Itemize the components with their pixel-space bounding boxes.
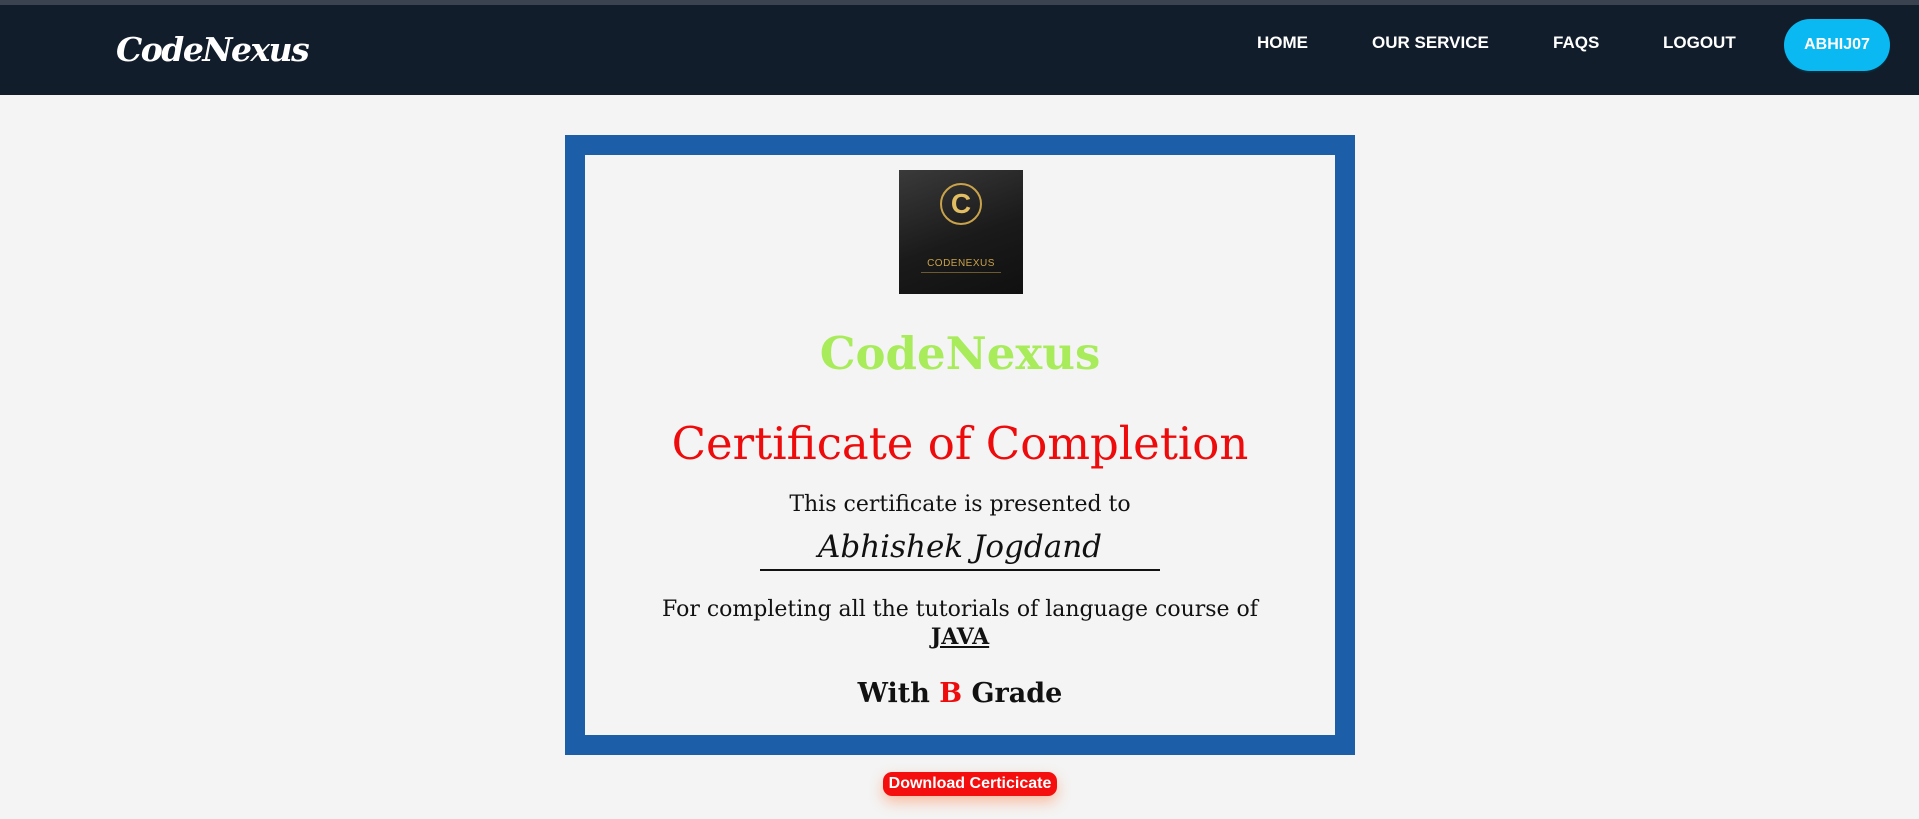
grade-prefix: With	[857, 678, 930, 709]
grade-suffix: Grade	[971, 678, 1063, 709]
logo-tagline-line	[921, 272, 1001, 273]
certificate-frame: C CODENEXUS CodeNexus Certificate of Com…	[565, 135, 1355, 755]
certificate: C CODENEXUS CodeNexus Certificate of Com…	[585, 155, 1335, 735]
logo-text: CODENEXUS	[927, 258, 995, 269]
course-name: JAVA	[930, 624, 990, 650]
logo-letter: C	[950, 188, 972, 219]
presented-to-text: This certificate is presented to	[789, 492, 1131, 517]
grade-value: B	[939, 678, 963, 709]
download-certificate-button[interactable]: Download Certicicate	[883, 772, 1057, 796]
nav-home[interactable]: HOME	[1257, 33, 1308, 53]
navbar: CodeNexus HOME OUR SERVICE FAQS LOGOUT A…	[0, 5, 1919, 95]
certificate-brand: CodeNexus	[819, 327, 1101, 380]
completion-text: For completing all the tutorials of lang…	[662, 597, 1258, 622]
nav-our-service[interactable]: OUR SERVICE	[1372, 33, 1489, 53]
certificate-title: Certificate of Completion	[671, 417, 1249, 470]
recipient-name: Abhishek Jogdand	[760, 527, 1160, 571]
certificate-logo: C CODENEXUS	[899, 170, 1023, 294]
nav-faqs[interactable]: FAQS	[1553, 33, 1599, 53]
grade-line: With B Grade	[585, 678, 1335, 709]
user-account-button[interactable]: ABHIJ07	[1784, 19, 1890, 71]
nav-logout[interactable]: LOGOUT	[1663, 33, 1736, 53]
brand-logo[interactable]: CodeNexus	[116, 30, 310, 69]
